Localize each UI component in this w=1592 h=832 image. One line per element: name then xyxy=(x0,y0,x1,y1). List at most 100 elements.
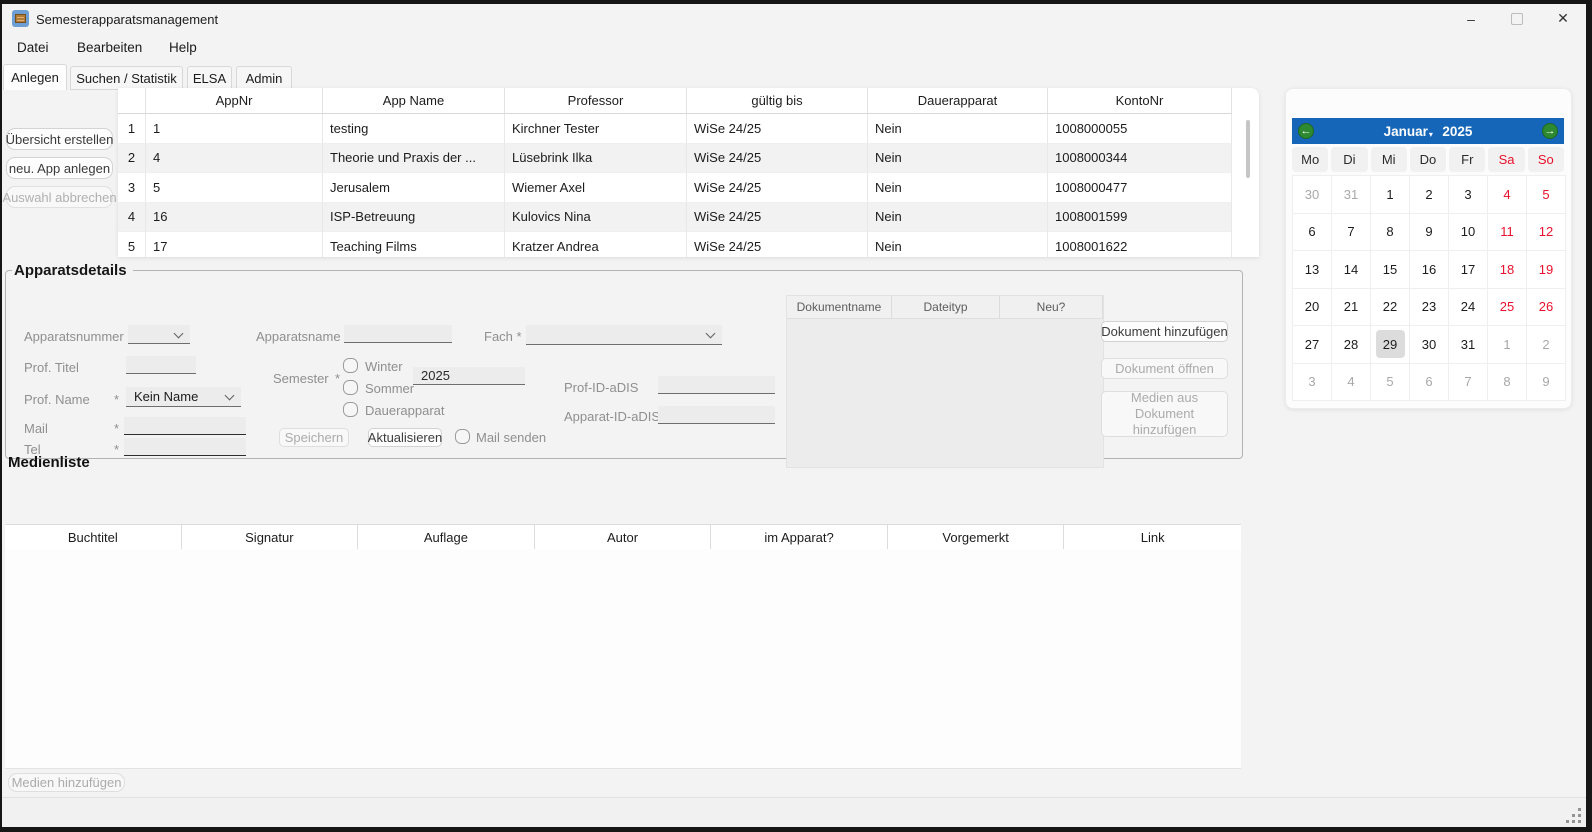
menu-help[interactable]: Help xyxy=(169,40,197,55)
calendar-day-cell[interactable]: 26 xyxy=(1527,289,1566,327)
medien-aus-dokument-button[interactable]: Medien aus Dokument hinzufügen xyxy=(1101,391,1228,437)
calendar-day-cell[interactable]: 6 xyxy=(1293,214,1332,252)
prof-name-select[interactable]: Kein Name xyxy=(126,387,241,407)
calendar-month-label[interactable]: Januar xyxy=(1384,124,1428,139)
calendar-day-cell[interactable]: 21 xyxy=(1332,289,1371,327)
apparatsname-input[interactable] xyxy=(344,325,452,343)
table-scrollbar[interactable] xyxy=(1246,120,1250,178)
calendar-day-cell[interactable]: 28 xyxy=(1332,326,1371,364)
minimize-button[interactable]: – xyxy=(1448,4,1494,33)
calendar-day-cell[interactable]: 9 xyxy=(1410,214,1449,252)
fach-select[interactable] xyxy=(526,325,722,345)
calendar-day-cell[interactable]: 8 xyxy=(1371,214,1410,252)
tel-input[interactable] xyxy=(124,438,246,456)
calendar-day-cell[interactable]: 25 xyxy=(1488,289,1527,327)
calendar-day-cell[interactable]: 1 xyxy=(1371,176,1410,214)
calendar-day-cell[interactable]: 7 xyxy=(1449,364,1488,402)
doc-col-dateityp[interactable]: Dateityp xyxy=(892,296,1000,318)
calendar-day-cell[interactable]: 30 xyxy=(1410,326,1449,364)
menu-bearbeiten[interactable]: Bearbeiten xyxy=(77,40,142,55)
calendar-day-headers: Mo Di Mi Do Fr Sa So xyxy=(1292,147,1564,172)
calendar-day-cell[interactable]: 24 xyxy=(1449,289,1488,327)
calendar-day-cell[interactable]: 20 xyxy=(1293,289,1332,327)
col-header-gueltig-bis[interactable]: gültig bis xyxy=(687,88,868,114)
calendar-day-cell[interactable]: 5 xyxy=(1527,176,1566,214)
ml-col-signatur[interactable]: Signatur xyxy=(182,525,359,549)
maximize-button[interactable] xyxy=(1494,4,1540,33)
calendar-day-cell[interactable]: 2 xyxy=(1410,176,1449,214)
aktualisieren-button[interactable]: Aktualisieren xyxy=(368,428,442,447)
calendar-day-cell[interactable]: 7 xyxy=(1332,214,1371,252)
sommer-radio[interactable] xyxy=(343,380,358,395)
mail-senden-checkbox[interactable] xyxy=(455,429,470,444)
calendar-day-cell[interactable]: 30 xyxy=(1293,176,1332,214)
semester-year-input[interactable]: 2025 xyxy=(413,367,525,385)
speichern-button[interactable]: Speichern xyxy=(279,428,349,447)
dokument-oeffnen-button[interactable]: Dokument öffnen xyxy=(1101,358,1228,379)
calendar-day-cell[interactable]: 13 xyxy=(1293,251,1332,289)
calendar-day-cell[interactable]: 2 xyxy=(1527,326,1566,364)
col-header-appnr[interactable]: AppNr xyxy=(146,88,323,114)
winter-radio[interactable] xyxy=(343,358,358,373)
ml-col-vorgemerkt[interactable]: Vorgemerkt xyxy=(888,525,1065,549)
neu-app-anlegen-button[interactable]: neu. App anlegen xyxy=(6,157,113,179)
tab-suchen-statistik[interactable]: Suchen / Statistik xyxy=(70,66,183,90)
calendar-day-cell[interactable]: 18 xyxy=(1488,251,1527,289)
calendar-day-cell[interactable]: 10 xyxy=(1449,214,1488,252)
calendar-day-cell[interactable]: 19 xyxy=(1527,251,1566,289)
apparat-id-adis-input[interactable] xyxy=(658,406,775,424)
tab-elsa[interactable]: ELSA xyxy=(187,66,232,90)
ml-col-buchtitel[interactable]: Buchtitel xyxy=(5,525,182,549)
auswahl-abbrechen-button[interactable]: Auswahl abbrechen xyxy=(6,186,113,208)
ml-col-link[interactable]: Link xyxy=(1064,525,1241,549)
prof-id-adis-input[interactable] xyxy=(658,376,775,394)
calendar-day-cell[interactable]: 31 xyxy=(1449,326,1488,364)
dokument-hinzufuegen-button[interactable]: Dokument hinzufügen xyxy=(1101,321,1228,342)
calendar-day-cell[interactable]: 31 xyxy=(1332,176,1371,214)
ml-col-im-apparat[interactable]: im Apparat? xyxy=(711,525,888,549)
calendar-day-cell[interactable]: 16 xyxy=(1410,251,1449,289)
calendar-day-cell[interactable]: 12 xyxy=(1527,214,1566,252)
medien-hinzufuegen-button[interactable]: Medien hinzufügen xyxy=(8,773,125,792)
prof-name-label: Prof. Name xyxy=(24,392,90,407)
prof-titel-input[interactable] xyxy=(126,356,196,374)
dauerapparat-radio[interactable] xyxy=(343,402,358,417)
close-button[interactable]: ✕ xyxy=(1540,4,1586,33)
menu-datei[interactable]: Datei xyxy=(17,40,49,55)
calendar-day-cell[interactable]: 8 xyxy=(1488,364,1527,402)
col-header-dauerapparat[interactable]: Dauerapparat xyxy=(868,88,1048,114)
calendar-prev-button[interactable]: ← xyxy=(1298,123,1314,139)
uebersicht-erstellen-button[interactable]: Übersicht erstellen xyxy=(6,128,113,150)
calendar-day-cell[interactable]: 9 xyxy=(1527,364,1566,402)
calendar-day-cell[interactable]: 22 xyxy=(1371,289,1410,327)
calendar-day-cell[interactable]: 3 xyxy=(1293,364,1332,402)
apparatsnummer-select[interactable] xyxy=(128,325,190,344)
ml-col-auflage[interactable]: Auflage xyxy=(358,525,535,549)
calendar-day-cell-selected[interactable]: 29 xyxy=(1371,326,1410,364)
calendar-day-cell[interactable]: 4 xyxy=(1488,176,1527,214)
window-title: Semesterapparatsmanagement xyxy=(36,12,218,27)
mail-input[interactable] xyxy=(124,417,246,435)
calendar-day-cell[interactable]: 23 xyxy=(1410,289,1449,327)
calendar-next-button[interactable]: → xyxy=(1542,123,1558,139)
col-header-kontonr[interactable]: KontoNr xyxy=(1048,88,1232,114)
calendar-year-label[interactable]: 2025 xyxy=(1442,124,1472,139)
ml-col-autor[interactable]: Autor xyxy=(535,525,712,549)
resize-grip[interactable] xyxy=(1578,820,1581,823)
calendar-day-cell[interactable]: 27 xyxy=(1293,326,1332,364)
calendar-day-cell[interactable]: 15 xyxy=(1371,251,1410,289)
col-header-professor[interactable]: Professor xyxy=(505,88,687,114)
col-header-appname[interactable]: App Name xyxy=(323,88,505,114)
calendar-day-cell[interactable]: 17 xyxy=(1449,251,1488,289)
doc-col-dokumentname[interactable]: Dokumentname xyxy=(787,296,892,318)
doc-col-neu[interactable]: Neu? xyxy=(1000,296,1103,318)
tab-anlegen[interactable]: Anlegen xyxy=(3,64,67,90)
calendar-day-cell[interactable]: 3 xyxy=(1449,176,1488,214)
calendar-day-cell[interactable]: 6 xyxy=(1410,364,1449,402)
calendar-day-cell[interactable]: 14 xyxy=(1332,251,1371,289)
tab-admin[interactable]: Admin xyxy=(236,66,292,90)
calendar-day-cell[interactable]: 5 xyxy=(1371,364,1410,402)
calendar-day-cell[interactable]: 1 xyxy=(1488,326,1527,364)
calendar-day-cell[interactable]: 4 xyxy=(1332,364,1371,402)
calendar-day-cell[interactable]: 11 xyxy=(1488,214,1527,252)
